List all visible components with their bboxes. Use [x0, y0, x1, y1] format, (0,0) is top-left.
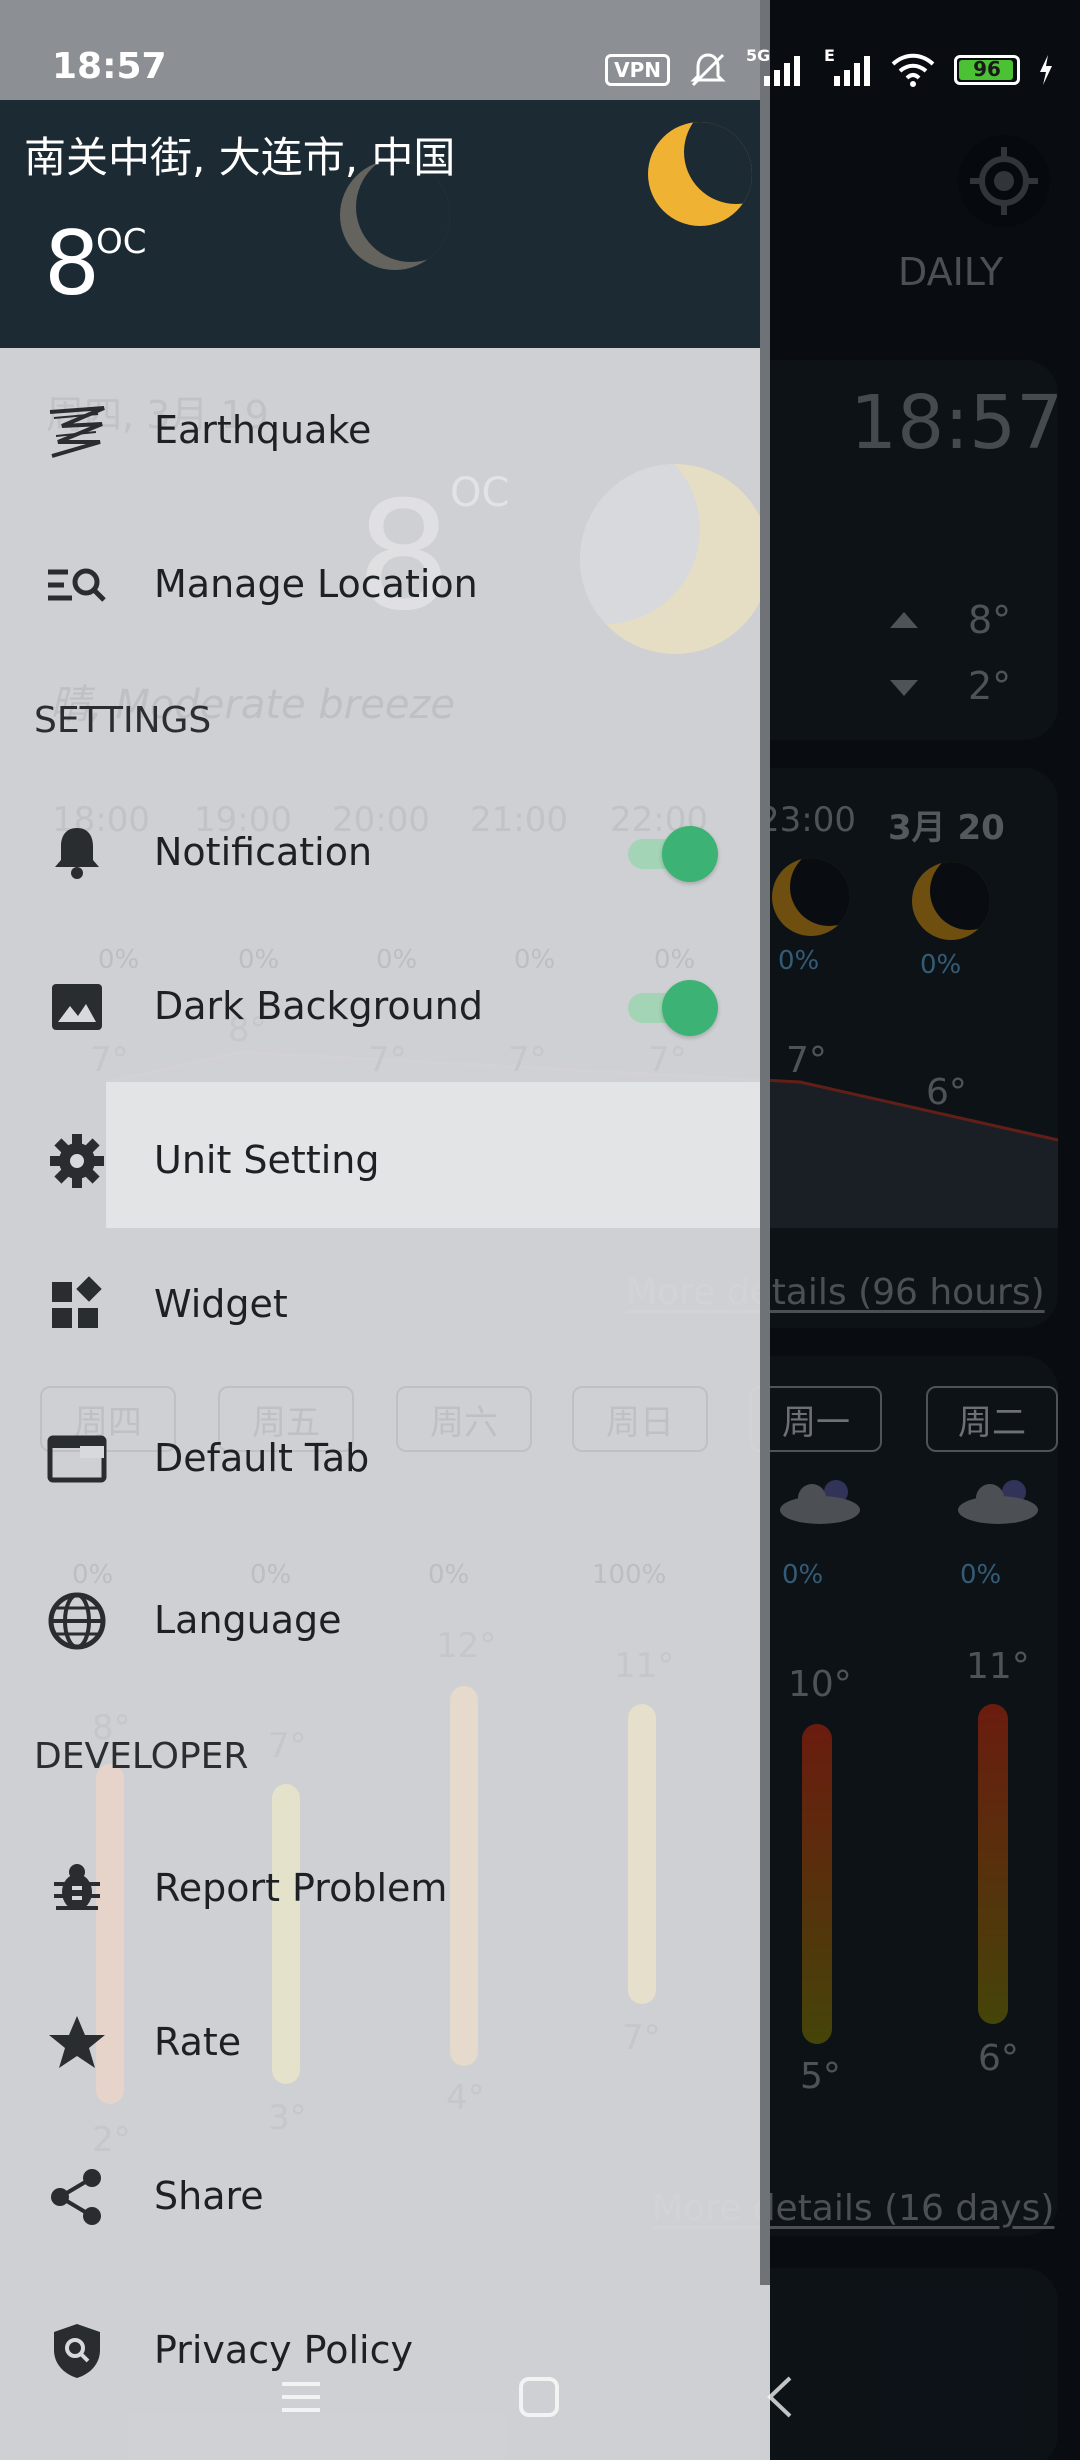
menu-item-language[interactable]: Language [0, 1556, 760, 1686]
menu-label: Unit Setting [154, 1138, 380, 1182]
tab-icon [44, 1426, 110, 1492]
vpn-badge: VPN [605, 54, 670, 86]
bell-icon [44, 820, 110, 886]
menu-item-rate[interactable]: Rate [0, 1978, 760, 2108]
menu-label: Language [154, 1598, 342, 1642]
menu-label: Report Problem [154, 1866, 448, 1910]
status-time: 18:57 [52, 46, 167, 87]
ghost-day-high: 7° [268, 1726, 307, 1766]
menu-label: Rate [154, 2020, 242, 2064]
battery-percent: 96 [973, 57, 1001, 81]
back-nav-icon[interactable] [758, 2374, 804, 2420]
menu-item-notification[interactable]: Notification [0, 788, 760, 918]
cellular-e-icon: E [824, 46, 872, 88]
menu-label: Dark Background [154, 984, 483, 1028]
developer-section-title: DEVELOPER [34, 1736, 249, 1777]
menu-label: Default Tab [154, 1436, 370, 1480]
bell-muted-icon [690, 53, 726, 87]
share-icon [44, 2164, 110, 2230]
bug-icon [44, 1856, 110, 1922]
menu-item-widget[interactable]: Widget [0, 1240, 760, 1370]
battery-icon: 96 [954, 55, 1020, 85]
menu-item-default-tab[interactable]: Default Tab [0, 1394, 760, 1524]
gear-icon [44, 1128, 110, 1194]
menu-label: Notification [154, 830, 373, 874]
charging-bolt-icon [1040, 55, 1052, 85]
settings-section-title: SETTINGS [34, 700, 212, 741]
menu-label: Earthquake [154, 408, 372, 452]
menu-item-share[interactable]: Share [0, 2132, 760, 2262]
menu-item-report-problem[interactable]: Report Problem [0, 1824, 760, 1954]
status-icons: VPN 5G E 96 [605, 46, 1054, 90]
notification-toggle[interactable] [628, 826, 718, 882]
manage-location-icon [44, 552, 110, 618]
header-temperature: 8 [44, 212, 100, 315]
image-icon [44, 974, 110, 1040]
moon-icon [648, 122, 752, 226]
home-nav-icon[interactable] [516, 2374, 562, 2420]
wifi-icon [891, 53, 935, 87]
menu-item-unit-setting[interactable]: Unit Setting [0, 1096, 760, 1226]
location-name: 南关中街, 大连市, 中国 [24, 133, 456, 182]
status-bar: 18:57 VPN 5G E 96 [0, 0, 1080, 100]
header-temp-unit: OC [96, 222, 147, 262]
drawer-scrollbar[interactable] [760, 0, 770, 2285]
menu-label: Share [154, 2174, 264, 2218]
system-navigation-bar [0, 2340, 1080, 2460]
earthquake-icon [44, 398, 110, 464]
dark-background-toggle[interactable] [628, 980, 718, 1036]
menu-label: Widget [154, 1282, 288, 1326]
navigation-drawer: 南关中街, 大连市, 中国 8 OC 周四, 3月 19 8 OC 晴, Mod… [0, 0, 770, 2460]
globe-icon [44, 1588, 110, 1654]
star-icon [44, 2010, 110, 2076]
menu-label: Manage Location [154, 562, 478, 606]
cellular-5g-icon: 5G [746, 46, 806, 88]
menu-item-earthquake[interactable]: Earthquake [0, 366, 760, 496]
menu-nav-icon[interactable] [278, 2374, 324, 2420]
menu-item-manage-location[interactable]: Manage Location [0, 520, 760, 650]
menu-item-dark-background[interactable]: Dark Background [0, 942, 760, 1072]
widget-icon [44, 1272, 110, 1338]
